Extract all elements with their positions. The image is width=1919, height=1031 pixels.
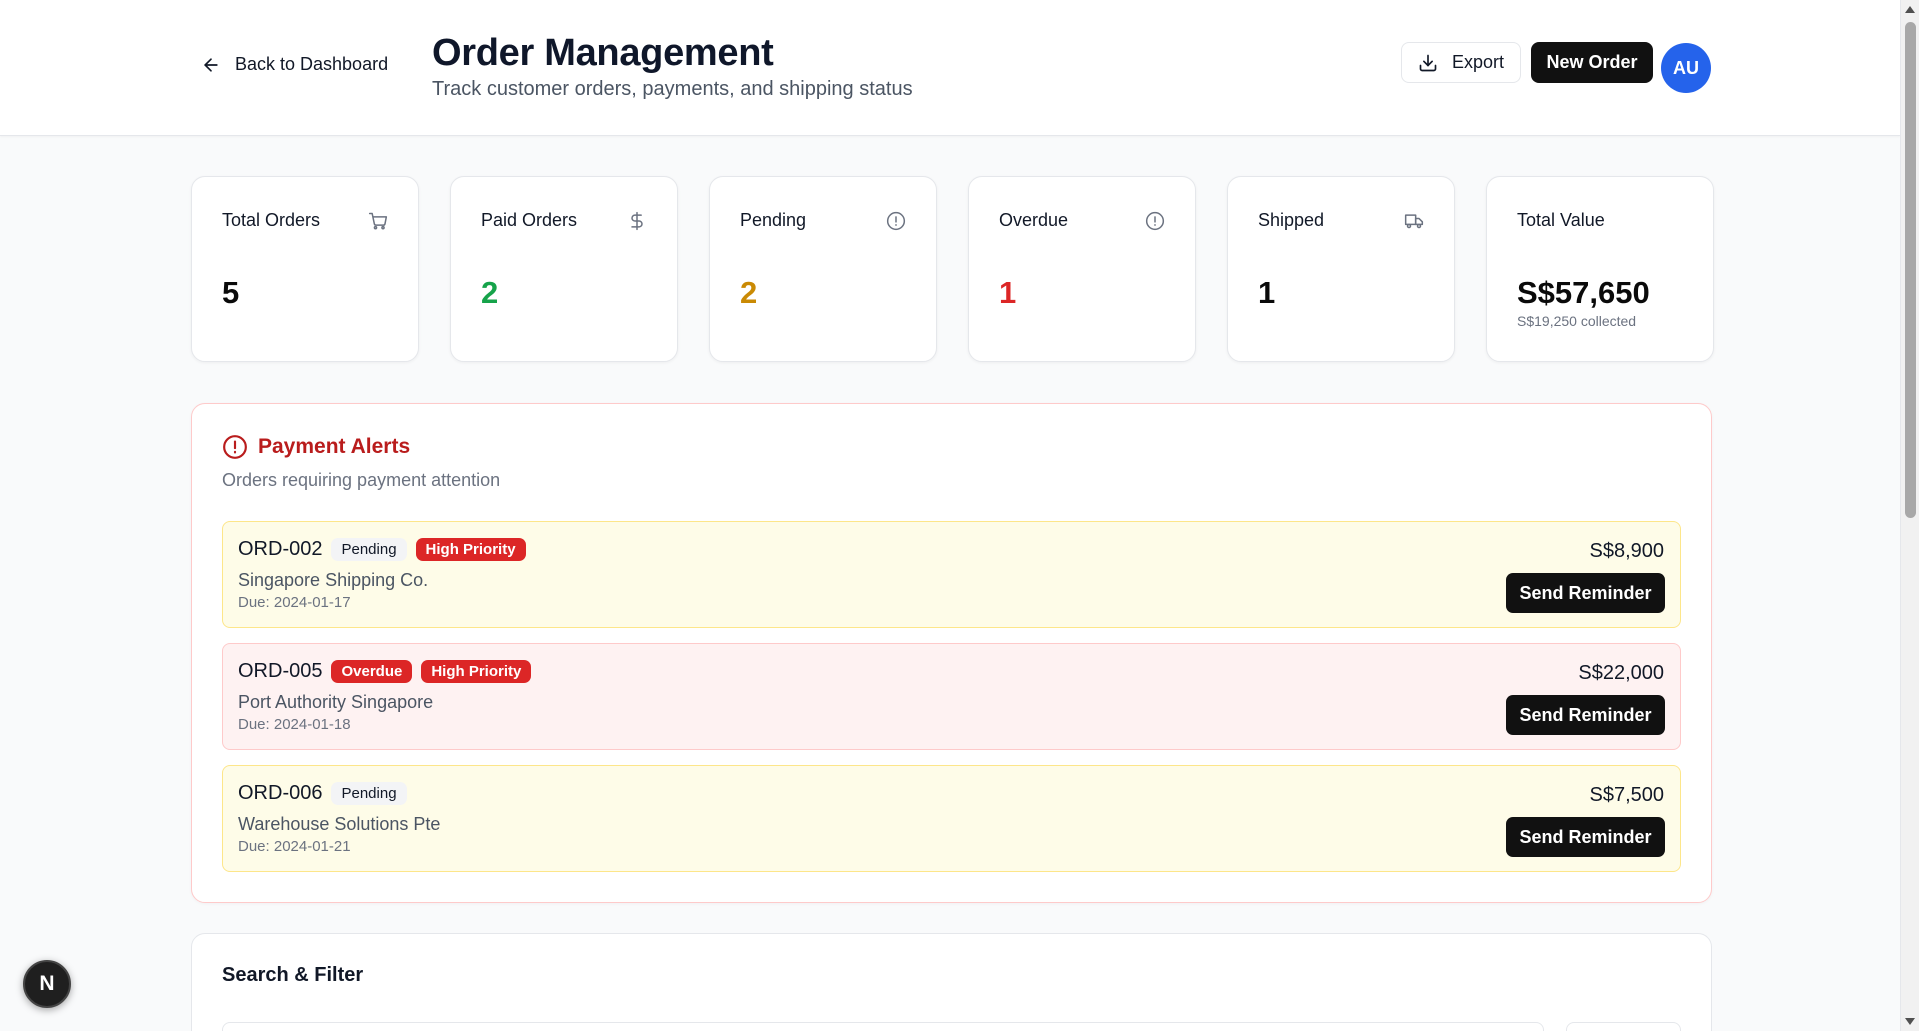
truck-icon <box>1404 214 1424 229</box>
search-filter-title: Search & Filter <box>222 964 364 986</box>
page-subtitle: Track customer orders, payments, and shi… <box>432 78 913 100</box>
send-reminder-button[interactable]: Send Reminder <box>1506 817 1665 857</box>
filter-select[interactable] <box>1566 1022 1681 1031</box>
priority-badge: High Priority <box>415 538 526 561</box>
new-order-button[interactable]: New Order <box>1531 42 1653 83</box>
stat-label: Shipped <box>1258 210 1325 230</box>
send-reminder-button[interactable]: Send Reminder <box>1506 573 1665 613</box>
alert-item-header: ORD-002 Pending High Priority <box>238 538 526 561</box>
order-id: ORD-005 <box>238 660 323 682</box>
scroll-down-arrow-icon[interactable] <box>1905 1018 1915 1025</box>
alert-item-header: ORD-006 Pending <box>238 782 407 805</box>
payment-alerts-description: Orders requiring payment attention <box>222 470 501 490</box>
stat-label: Total Value <box>1517 210 1605 230</box>
stat-card-total-value: Total Value S$57,650 S$19,250 collected <box>1486 176 1714 362</box>
stat-value: 5 <box>222 275 240 310</box>
alert-circle-icon <box>223 435 247 459</box>
stat-card-shipped: Shipped 1 <box>1227 176 1455 362</box>
payment-alerts-heading: Payment Alerts <box>222 434 410 460</box>
dollar-icon <box>631 211 643 231</box>
back-to-dashboard-link[interactable]: Back to Dashboard <box>201 54 388 75</box>
stat-subtext: S$19,250 collected <box>1517 313 1637 329</box>
alert-item-header: ORD-005 Overdue High Priority <box>238 660 532 683</box>
order-id: ORD-002 <box>238 538 323 560</box>
stat-value: 2 <box>740 275 758 310</box>
order-amount: S$8,900 <box>1589 540 1664 562</box>
due-date: Due: 2024-01-17 <box>238 594 351 611</box>
search-input[interactable] <box>222 1022 1544 1031</box>
status-badge: Overdue <box>331 660 413 683</box>
alert-item: ORD-005 Overdue High Priority Port Autho… <box>222 643 1681 750</box>
page-header: Back to Dashboard Order Management Track… <box>0 0 1900 136</box>
due-date: Due: 2024-01-21 <box>238 838 351 855</box>
export-label: Export <box>1451 52 1505 72</box>
customer-name: Warehouse Solutions Pte <box>238 814 441 834</box>
send-reminder-button[interactable]: Send Reminder <box>1506 695 1665 735</box>
due-date: Due: 2024-01-18 <box>238 716 351 733</box>
alert-circle-icon <box>1145 211 1165 231</box>
stat-value: S$57,650 <box>1517 275 1650 310</box>
stat-card-overdue: Overdue 1 <box>968 176 1196 362</box>
stat-card-paid-orders: Paid Orders 2 <box>450 176 678 362</box>
status-badge: Pending <box>331 782 407 805</box>
stat-label: Overdue <box>999 210 1069 230</box>
stat-value: 1 <box>1258 275 1276 310</box>
customer-name: Port Authority Singapore <box>238 692 434 712</box>
scroll-up-arrow-icon[interactable] <box>1905 6 1915 13</box>
stat-label: Total Orders <box>222 210 321 230</box>
stat-card-total-orders: Total Orders 5 <box>191 176 419 362</box>
order-amount: S$22,000 <box>1578 662 1664 684</box>
scrollbar[interactable] <box>1900 0 1919 1031</box>
download-icon <box>1419 54 1437 71</box>
cart-icon <box>368 212 388 230</box>
page-title: Order Management <box>432 32 774 74</box>
order-id: ORD-006 <box>238 782 323 804</box>
status-badge: Pending <box>331 538 407 561</box>
stat-value: 1 <box>999 275 1017 310</box>
search-filter-card: Search & Filter <box>191 933 1712 1031</box>
avatar[interactable]: AU <box>1661 43 1711 93</box>
customer-name: Singapore Shipping Co. <box>238 570 429 590</box>
order-amount: S$7,500 <box>1589 784 1664 806</box>
stat-card-pending: Pending 2 <box>709 176 937 362</box>
alert-circle-icon <box>886 211 906 231</box>
alert-item: ORD-002 Pending High Priority Singapore … <box>222 521 1681 628</box>
alert-item: ORD-006 Pending Warehouse Solutions Pte … <box>222 765 1681 872</box>
stat-value: 2 <box>481 275 499 310</box>
payment-alerts-title: Payment Alerts <box>258 435 411 458</box>
payment-alerts-card: Payment Alerts Orders requiring payment … <box>191 403 1712 903</box>
dev-tools-badge[interactable]: N <box>23 960 71 1008</box>
stats-row: Total Orders 5 Paid Orders 2 Pending 2 O… <box>191 176 1714 362</box>
export-button[interactable]: Export <box>1401 42 1521 83</box>
arrow-left-icon <box>204 57 218 72</box>
scrollbar-thumb[interactable] <box>1905 22 1916 518</box>
stat-label: Paid Orders <box>481 210 578 230</box>
stat-label: Pending <box>740 210 807 230</box>
back-link-label: Back to Dashboard <box>235 54 389 74</box>
priority-badge: High Priority <box>421 660 532 683</box>
